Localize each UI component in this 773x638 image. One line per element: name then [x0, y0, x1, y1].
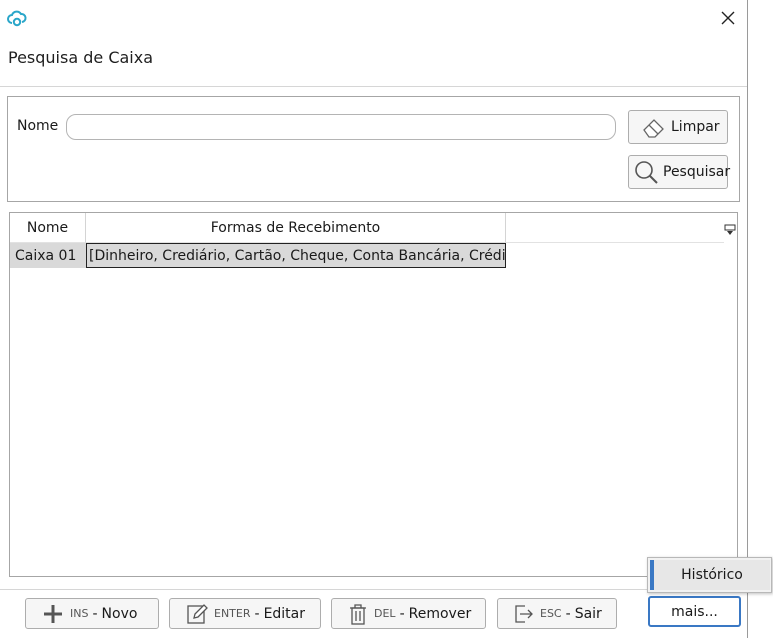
edit-button[interactable]: ENTER - Editar: [169, 598, 321, 629]
column-header-formas[interactable]: Formas de Recebimento: [86, 213, 506, 243]
exit-button-label: Sair: [574, 605, 602, 622]
edit-button-label: Editar: [263, 605, 306, 622]
edit-icon: [187, 603, 208, 624]
name-input[interactable]: [66, 114, 616, 140]
more-menu: Histórico: [647, 557, 772, 593]
clear-button-label: Limpar: [671, 119, 720, 135]
cloud-logo-icon: [6, 8, 28, 28]
new-button-key: INS: [70, 607, 89, 620]
search-icon: [635, 161, 658, 184]
table-row[interactable]: Caixa 01 [Dinheiro, Crediário, Cartão, C…: [10, 243, 506, 268]
footer-divider: [0, 589, 747, 590]
close-icon[interactable]: [714, 6, 742, 30]
more-button[interactable]: mais...: [648, 596, 741, 627]
new-button-label: Novo: [101, 605, 138, 622]
separator: -: [92, 605, 98, 622]
remove-button[interactable]: DEL - Remover: [331, 598, 486, 629]
exit-icon: [515, 604, 533, 623]
exit-button-key: ESC: [540, 607, 562, 620]
remove-button-key: DEL: [374, 607, 396, 620]
remove-button-label: Remover: [408, 605, 472, 622]
search-button[interactable]: Pesquisar: [628, 155, 731, 189]
separator: -: [254, 605, 260, 622]
column-header-nome[interactable]: Nome: [10, 213, 86, 243]
exit-button[interactable]: ESC - Sair: [497, 598, 617, 629]
trash-icon: [350, 603, 366, 625]
page-title: Pesquisa de Caixa: [8, 48, 154, 67]
column-header-empty: [506, 213, 724, 243]
name-label: Nome: [17, 118, 59, 134]
menu-item-historico[interactable]: Histórico: [650, 560, 770, 590]
clear-button[interactable]: Limpar: [628, 110, 728, 144]
title-divider: [0, 86, 747, 87]
eraser-icon: [643, 119, 664, 138]
plus-icon: [44, 604, 62, 623]
search-button-label: Pesquisar: [663, 164, 731, 180]
column-chooser-icon[interactable]: [724, 221, 736, 235]
cell-formas[interactable]: [Dinheiro, Crediário, Cartão, Cheque, Co…: [86, 243, 506, 268]
edit-button-key: ENTER: [214, 607, 251, 620]
separator: -: [399, 605, 405, 622]
separator: -: [565, 605, 571, 622]
cell-nome[interactable]: Caixa 01: [10, 243, 86, 268]
grid-header: Nome Formas de Recebimento: [10, 213, 724, 243]
new-button[interactable]: INS - Novo: [25, 598, 159, 629]
